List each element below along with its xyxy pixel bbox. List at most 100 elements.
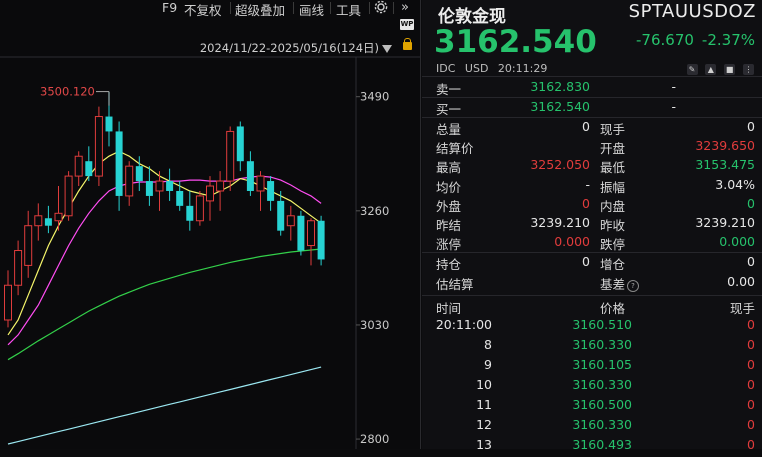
y-tick-label: 3260 xyxy=(360,204,389,218)
candle-body xyxy=(166,181,174,191)
tick-time: 13 xyxy=(476,437,492,452)
bid-price: 3162.540 xyxy=(530,99,590,114)
stat-label: 开盘 xyxy=(600,141,626,157)
source-label: IDC xyxy=(436,62,456,75)
help-icon[interactable]: ? xyxy=(627,279,640,292)
bid-volume: - xyxy=(671,99,676,114)
candle-body xyxy=(105,116,113,132)
candle-body xyxy=(286,215,295,227)
ma20-line xyxy=(7,248,322,361)
candle xyxy=(216,171,225,211)
stat-label: 现手 xyxy=(600,122,626,137)
candle xyxy=(307,218,315,266)
stat-label: 涨停 xyxy=(436,237,462,253)
bell-icon[interactable]: ▲ xyxy=(705,64,717,75)
candle-body xyxy=(176,190,184,206)
stat-label: 持仓 xyxy=(436,257,462,272)
ask-volume: - xyxy=(671,79,676,94)
candle xyxy=(226,126,235,191)
y-tick-label: 2800 xyxy=(360,432,389,446)
tick-row[interactable]: 9 3160.105 0 xyxy=(422,357,762,377)
stat-label: 基差? xyxy=(600,274,640,293)
stat-value: 3239.650 xyxy=(695,138,755,154)
ticks-header: 时间 价格 现手 xyxy=(422,298,762,316)
candle xyxy=(246,151,254,196)
chart-panel[interactable]: F9 不复权 超级叠加 画线 工具 » WP 2024/11/22-2025/0… xyxy=(0,0,420,449)
divider xyxy=(422,97,762,98)
stats-row: 结算价 开盘 3239.650 xyxy=(422,138,762,157)
tick-time: 11 xyxy=(476,397,492,412)
stat-label: 最高 xyxy=(436,160,462,176)
stat-label: 估结算 xyxy=(436,277,474,292)
stat-value: - xyxy=(585,176,590,192)
candle xyxy=(267,176,275,211)
tick-row[interactable]: 11 3160.500 0 xyxy=(422,397,762,417)
candle-body xyxy=(85,161,93,177)
stat-value: 0.00 xyxy=(727,274,755,289)
tick-row[interactable]: 13 3160.493 0 xyxy=(422,437,762,457)
timestamp: 20:11:29 xyxy=(497,62,548,75)
stats-row: 涨停 0.000 跌停 0.000 xyxy=(422,234,762,253)
stat-value: 0 xyxy=(747,195,755,211)
tick-volume: 0 xyxy=(747,337,755,352)
stat-label: 总量 xyxy=(436,122,462,137)
tick-row[interactable]: 8 3160.330 0 xyxy=(422,337,762,357)
tick-volume: 0 xyxy=(747,317,755,332)
candle-body xyxy=(145,181,153,196)
ma5-line xyxy=(7,150,322,336)
candle xyxy=(115,121,123,211)
flag-icon[interactable]: ■ xyxy=(724,64,736,75)
instrument-code: SPTAUUSDOZ xyxy=(628,1,756,22)
stats-row-position: 持仓 0 增仓 0 xyxy=(422,254,762,273)
candle-body xyxy=(94,116,103,177)
candle-body xyxy=(64,175,73,217)
bid-label: 买一 xyxy=(436,102,462,117)
candlestick-chart[interactable]: 3490 3260 3030 2800 3500.120 xyxy=(0,0,420,449)
stats-row: 最高 3252.050 最低 3153.475 xyxy=(422,157,762,176)
stat-value: 3153.475 xyxy=(695,157,755,173)
edit-icon[interactable]: ✎ xyxy=(686,64,698,75)
candles xyxy=(4,91,325,328)
stat-value: 0.000 xyxy=(554,234,590,250)
candle-body xyxy=(246,161,254,191)
tick-price: 3160.330 xyxy=(572,417,632,432)
candle xyxy=(85,146,93,182)
tick-time: 20:11:00 xyxy=(435,317,492,332)
quote-panel: 伦敦金现 SPTAUUSDOZ 3162.540 -76.670 -2.37% I… xyxy=(422,0,762,452)
candle xyxy=(186,190,194,231)
candle-body xyxy=(125,165,134,197)
tick-row[interactable]: 20:11:00 3160.510 0 xyxy=(422,317,762,337)
tick-volume: 0 xyxy=(747,397,755,412)
candle-body xyxy=(267,181,275,201)
divider xyxy=(422,117,762,118)
candle-body xyxy=(135,166,143,182)
stats-row: 均价 - 振幅 3.04% xyxy=(422,177,762,196)
candle xyxy=(34,203,43,241)
tick-time: 8 xyxy=(484,337,492,352)
candle-body xyxy=(317,220,325,260)
tick-price: 3160.330 xyxy=(572,377,632,392)
candle-body xyxy=(74,155,83,177)
tick-row[interactable]: 10 3160.330 0 xyxy=(422,377,762,397)
stat-label: 振幅 xyxy=(600,179,626,195)
stat-label-text: 基差 xyxy=(600,277,626,292)
candle-body xyxy=(307,220,315,247)
ma10-line xyxy=(7,175,322,346)
stat-label: 增仓 xyxy=(600,257,626,272)
tick-row[interactable]: 12 3160.330 0 xyxy=(422,417,762,437)
divider xyxy=(422,295,762,296)
candle-body xyxy=(186,205,194,221)
stat-value: 3.04% xyxy=(715,176,755,192)
candle xyxy=(94,106,103,187)
candle-body xyxy=(256,175,265,192)
candle xyxy=(195,190,204,226)
stat-value: 3252.050 xyxy=(530,157,590,173)
candle-body xyxy=(34,215,43,227)
stats-row: 外盘 0 内盘 0 xyxy=(422,196,762,215)
change-value: -76.670 xyxy=(636,31,694,49)
ticks-header-time: 时间 xyxy=(436,301,462,316)
tick-volume: 0 xyxy=(747,377,755,392)
stat-label: 外盘 xyxy=(436,198,462,214)
grid-icon[interactable]: ⋮ xyxy=(743,64,754,75)
candle-body xyxy=(54,212,63,222)
